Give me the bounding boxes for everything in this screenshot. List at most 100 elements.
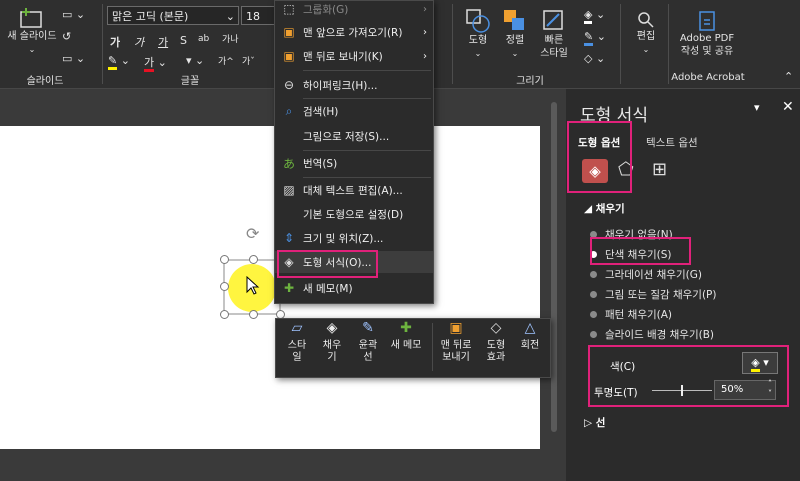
link-icon: ⊖ bbox=[283, 78, 295, 92]
chevron-down-icon: ⌄ bbox=[511, 49, 519, 58]
strikethrough-button[interactable]: S bbox=[180, 34, 187, 47]
group-icon: ⬚ bbox=[283, 2, 295, 16]
mini-outline-button[interactable]: ✎ 윤곽 선 bbox=[352, 320, 384, 364]
radio-label: 그림 또는 질감 채우기(P) bbox=[605, 289, 717, 301]
send-back-icon: ▣ bbox=[449, 320, 463, 336]
vertical-scrollbar[interactable] bbox=[548, 96, 560, 442]
mini-rotate-button[interactable]: △ 회전 bbox=[514, 321, 546, 352]
char-spacing-button[interactable]: ab bbox=[198, 34, 209, 44]
menu-item-label: 크기 및 위치(Z)... bbox=[303, 232, 384, 245]
grow-font-button[interactable]: 가^ bbox=[218, 54, 234, 67]
menu-item-new-comment[interactable]: ✚ 새 메모(M) bbox=[275, 277, 433, 299]
scrollbar-thumb[interactable] bbox=[551, 102, 557, 432]
pane-options-icon[interactable]: ▾ bbox=[754, 101, 760, 114]
chevron-right-icon: › bbox=[423, 3, 427, 15]
shapes-button[interactable]: 도형 ⌄ bbox=[460, 8, 496, 60]
selected-shape[interactable]: ⟳ bbox=[220, 224, 285, 319]
reset-icon[interactable]: ↺ bbox=[62, 30, 71, 43]
rotate-handle-icon[interactable]: ⟳ bbox=[246, 224, 259, 243]
mini-rotate-label: 회전 bbox=[520, 340, 540, 351]
radio-gradient-fill[interactable]: 그라데이션 채우기(G) bbox=[590, 267, 702, 282]
font-size-select[interactable]: 18 bbox=[241, 6, 275, 25]
menu-separator bbox=[303, 150, 431, 151]
chevron-down-icon: ⌄ bbox=[225, 10, 235, 23]
mouse-pointer-icon bbox=[246, 276, 260, 295]
fill-section-header[interactable]: ◢ 채우기 bbox=[584, 201, 625, 216]
size-properties-tab-icon[interactable]: ⊞ bbox=[652, 159, 667, 180]
group-label-draw: 그리기 bbox=[516, 76, 544, 87]
adobe-pdf-button[interactable]: Adobe PDF 작성 및 공유 bbox=[672, 10, 742, 58]
bold-button[interactable]: 가 bbox=[110, 34, 120, 50]
italic-button[interactable]: 가 bbox=[134, 34, 144, 50]
radio-slide-bg-fill[interactable]: 슬라이드 배경 채우기(B) bbox=[590, 327, 714, 342]
radio-pattern-fill[interactable]: 패턴 채우기(A) bbox=[590, 307, 672, 322]
font-color-button[interactable]: 가 ⌄ bbox=[144, 54, 167, 72]
resize-handle[interactable] bbox=[220, 310, 229, 319]
resize-handle[interactable] bbox=[249, 255, 258, 264]
shapes-icon bbox=[466, 9, 490, 33]
underline-button[interactable]: 가 bbox=[158, 34, 168, 50]
arrange-button[interactable]: 정렬 ⌄ bbox=[498, 8, 532, 60]
font-name-select[interactable]: 맑은 고딕 (본문) ⌄ bbox=[107, 6, 239, 25]
line-section-header[interactable]: ▷ 선 bbox=[584, 415, 605, 430]
quick-styles-button[interactable]: 빠른 스타일 bbox=[532, 8, 576, 60]
mini-effects-label: 도형 효과 bbox=[486, 340, 506, 363]
collapse-ribbon-icon[interactable]: ⌃ bbox=[784, 70, 793, 83]
menu-item-bring-to-front[interactable]: ▣ 맨 앞으로 가져오기(R) › bbox=[275, 21, 433, 43]
menu-separator bbox=[303, 70, 431, 71]
layout-icon[interactable]: ▭ ⌄ bbox=[62, 8, 85, 21]
divider bbox=[668, 4, 669, 84]
change-case-button[interactable]: 가나 bbox=[222, 32, 239, 45]
menu-item-label: 번역(S) bbox=[303, 157, 338, 170]
menu-item-set-default-shape[interactable]: 기본 도형으로 설정(D) bbox=[275, 203, 433, 225]
radio-label: 패턴 채우기(A) bbox=[605, 309, 673, 321]
editing-label: 편집 bbox=[636, 31, 656, 42]
font-color-value: 가 bbox=[144, 56, 155, 72]
resize-handle[interactable] bbox=[249, 310, 258, 319]
shape-fill-button[interactable]: ◈ ⌄ bbox=[584, 8, 605, 24]
radio-label: 그라데이션 채우기(G) bbox=[605, 269, 702, 281]
quick-styles-label: 빠른 스타일 bbox=[540, 35, 568, 59]
menu-item-hyperlink[interactable]: ⊖ 하이퍼링크(H)... bbox=[275, 74, 433, 96]
chevron-right-icon: ▷ bbox=[584, 417, 596, 429]
menu-item-label: 기본 도형으로 설정(D) bbox=[303, 208, 404, 221]
radio-picture-fill[interactable]: 그림 또는 질감 채우기(P) bbox=[590, 287, 716, 302]
menu-item-label: 그룹화(G) bbox=[303, 3, 349, 16]
menu-item-save-as-picture[interactable]: 그림으로 저장(S)... bbox=[275, 125, 433, 147]
mini-style-button[interactable]: ▱ 스타 일 bbox=[282, 321, 312, 364]
new-slide-label: 새 슬라이드 bbox=[7, 31, 57, 42]
menu-item-label: 하이퍼링크(H)... bbox=[303, 79, 378, 92]
outline-icon: ✎ bbox=[362, 320, 374, 336]
section-icon[interactable]: ▭ ⌄ bbox=[62, 52, 85, 65]
menu-item-edit-alt-text[interactable]: ▨ 대체 텍스트 편집(A)... bbox=[275, 179, 433, 201]
mini-send-back-button[interactable]: ▣ 맨 뒤로 보내기 bbox=[436, 320, 476, 364]
highlight-box bbox=[567, 121, 632, 193]
shrink-font-button[interactable]: 가ˇ bbox=[242, 54, 255, 67]
mini-effects-button[interactable]: ◇ 도형 효과 bbox=[480, 321, 512, 364]
tab-text-options[interactable]: 텍스트 옵션 bbox=[646, 135, 698, 150]
shape-effects-button[interactable]: ◇ ⌄ bbox=[584, 52, 605, 65]
text-effects-button[interactable]: ▾ ⌄ bbox=[186, 54, 204, 67]
grow-font-label: 가 bbox=[218, 57, 227, 67]
radio-dot bbox=[590, 291, 597, 298]
resize-handle[interactable] bbox=[220, 255, 229, 264]
divider bbox=[452, 4, 453, 84]
highlight-color-button[interactable]: ✎ ⌄ bbox=[108, 54, 130, 70]
menu-item-translate[interactable]: あ 번역(S) bbox=[275, 152, 433, 174]
menu-item-group[interactable]: ⬚ 그룹화(G) › bbox=[275, 0, 433, 20]
resize-handle[interactable] bbox=[220, 282, 229, 291]
alt-text-icon: ▨ bbox=[283, 183, 295, 197]
close-icon[interactable]: ✕ bbox=[782, 99, 794, 115]
adobe-pdf-label: Adobe PDF 작성 및 공유 bbox=[679, 33, 735, 57]
menu-item-search[interactable]: ⌕ 검색(H) bbox=[275, 100, 433, 122]
mini-style-label: 스타 일 bbox=[287, 340, 307, 363]
mini-fill-button[interactable]: ◈ 채우 기 bbox=[316, 321, 348, 364]
shape-outline-button[interactable]: ✎ ⌄ bbox=[584, 30, 606, 46]
editing-button[interactable]: 편집 ⌄ bbox=[626, 10, 666, 56]
mini-comment-button[interactable]: ✚ 새 메모 bbox=[386, 321, 426, 352]
new-slide-button[interactable]: 새 슬라이드 ⌄ bbox=[4, 8, 60, 56]
menu-item-send-to-back[interactable]: ▣ 맨 뒤로 보내기(K) › bbox=[275, 45, 433, 67]
bring-front-icon: ▣ bbox=[283, 25, 295, 39]
effects-icon: ◇ bbox=[584, 52, 593, 65]
menu-item-size-position[interactable]: ⇕ 크기 및 위치(Z)... bbox=[275, 227, 433, 249]
